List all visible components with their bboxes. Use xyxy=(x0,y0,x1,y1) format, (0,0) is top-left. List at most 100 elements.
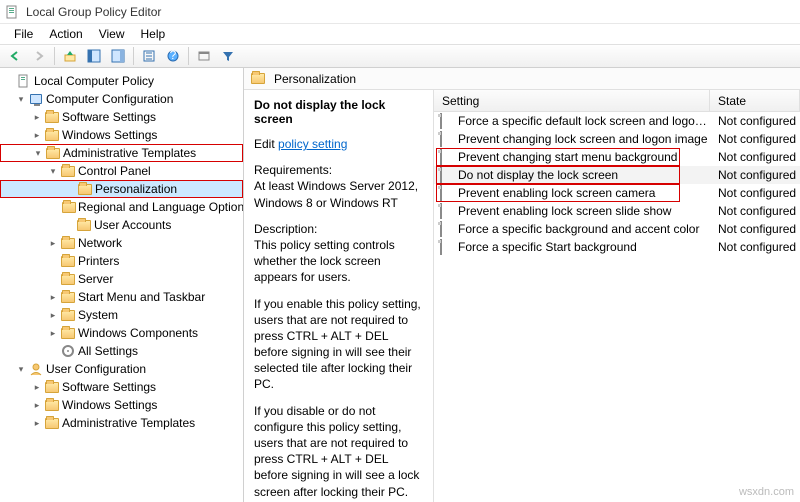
setting-state: Not configured xyxy=(710,114,800,128)
policy-file-icon xyxy=(440,222,454,236)
folder-icon xyxy=(60,325,76,341)
list-item[interactable]: Prevent changing start menu backgroundNo… xyxy=(434,148,800,166)
setting-state: Not configured xyxy=(710,150,800,164)
tree-label: All Settings xyxy=(78,344,138,358)
setting-label: Do not display the lock screen xyxy=(458,168,710,182)
folder-icon xyxy=(60,289,76,305)
filter-button[interactable] xyxy=(217,46,239,66)
tree-label: Windows Settings xyxy=(62,398,157,412)
expander-icon[interactable]: ▾ xyxy=(46,166,60,177)
expander-icon[interactable]: ▸ xyxy=(30,400,44,411)
folder-icon xyxy=(45,145,61,161)
policy-file-icon xyxy=(440,132,454,146)
tree-user-config[interactable]: ▾ User Configuration xyxy=(0,360,243,378)
folder-icon xyxy=(76,217,92,233)
tree-root[interactable]: Local Computer Policy xyxy=(0,72,243,90)
policy-file-icon xyxy=(440,150,454,164)
list-item[interactable]: Prevent enabling lock screen cameraNot c… xyxy=(434,184,800,202)
tree-label: Regional and Language Options xyxy=(78,200,244,214)
tree-user-admin-templates[interactable]: ▸Administrative Templates xyxy=(0,414,243,432)
edit-policy-link[interactable]: policy setting xyxy=(278,137,347,151)
menu-view[interactable]: View xyxy=(91,25,133,43)
list-header: Setting State xyxy=(434,90,800,112)
setting-label: Prevent changing lock screen and logon i… xyxy=(458,132,710,146)
tree-label: User Configuration xyxy=(46,362,146,376)
description-p3: If you disable or do not configure this … xyxy=(254,403,423,502)
menu-help[interactable]: Help xyxy=(133,25,174,43)
folder-icon xyxy=(44,379,60,395)
up-button[interactable] xyxy=(59,46,81,66)
list-item-selected[interactable]: Do not display the lock screenNot config… xyxy=(434,166,800,184)
tree-personalization[interactable]: Personalization xyxy=(0,180,243,198)
tree-regional[interactable]: Regional and Language Options xyxy=(0,198,243,216)
policy-file-icon xyxy=(440,186,454,200)
setting-state: Not configured xyxy=(710,168,800,182)
expander-icon[interactable]: ▸ xyxy=(46,292,60,303)
tree-user-accounts[interactable]: User Accounts xyxy=(0,216,243,234)
tree-server[interactable]: Server xyxy=(0,270,243,288)
column-state[interactable]: State xyxy=(710,90,800,111)
watermark: wsxdn.com xyxy=(739,486,794,498)
toolbar: ? xyxy=(0,44,800,68)
setting-label: Prevent changing start menu background xyxy=(458,150,710,164)
setting-label: Force a specific background and accent c… xyxy=(458,222,710,236)
list-item[interactable]: Force a specific Start backgroundNot con… xyxy=(434,238,800,256)
back-button[interactable] xyxy=(4,46,26,66)
folder-icon xyxy=(44,397,60,413)
tree-windows-components[interactable]: ▸Windows Components xyxy=(0,324,243,342)
tree-admin-templates[interactable]: ▾Administrative Templates xyxy=(0,144,243,162)
help-button[interactable]: ? xyxy=(162,46,184,66)
tree-control-panel[interactable]: ▾Control Panel xyxy=(0,162,243,180)
menu-file[interactable]: File xyxy=(6,25,41,43)
folder-icon xyxy=(60,253,76,269)
edit-label: Edit xyxy=(254,137,278,151)
titlebar: Local Group Policy Editor xyxy=(0,0,800,24)
expander-icon[interactable]: ▸ xyxy=(30,418,44,429)
tree-label: Start Menu and Taskbar xyxy=(78,290,205,304)
tree-user-windows-settings[interactable]: ▸ Windows Settings xyxy=(0,396,243,414)
tree-printers[interactable]: Printers xyxy=(0,252,243,270)
setting-state: Not configured xyxy=(710,240,800,254)
description-column: Do not display the lock screen Edit poli… xyxy=(244,90,434,502)
list-item[interactable]: Force a specific default lock screen and… xyxy=(434,112,800,130)
description-p1: This policy setting controls whether the… xyxy=(254,238,395,284)
list-item[interactable]: Prevent changing lock screen and logon i… xyxy=(434,130,800,148)
app-icon xyxy=(6,5,20,19)
expander-icon[interactable]: ▸ xyxy=(30,112,44,123)
folder-icon xyxy=(60,271,76,287)
tree-all-settings[interactable]: All Settings xyxy=(0,342,243,360)
tree-start-menu[interactable]: ▸ Start Menu and Taskbar xyxy=(0,288,243,306)
setting-state: Not configured xyxy=(710,222,800,236)
folder-icon xyxy=(250,71,266,87)
folder-icon xyxy=(60,163,76,179)
show-hide-tree-button[interactable] xyxy=(83,46,105,66)
tree-windows-settings[interactable]: ▸Windows Settings xyxy=(0,126,243,144)
expander-icon[interactable]: ▸ xyxy=(30,130,44,141)
expander-icon[interactable]: ▾ xyxy=(31,148,45,159)
tree-label: Printers xyxy=(78,254,119,268)
menu-action[interactable]: Action xyxy=(41,25,90,43)
expander-icon[interactable]: ▾ xyxy=(14,364,28,375)
expander-icon[interactable]: ▾ xyxy=(14,94,28,105)
column-setting[interactable]: Setting xyxy=(434,90,710,111)
tree-pane[interactable]: Local Computer Policy ▾ Computer Configu… xyxy=(0,68,244,502)
tree-system[interactable]: ▸System xyxy=(0,306,243,324)
refresh-button[interactable] xyxy=(138,46,160,66)
list-item[interactable]: Force a specific background and accent c… xyxy=(434,220,800,238)
expander-icon[interactable]: ▸ xyxy=(46,328,60,339)
export-button[interactable] xyxy=(193,46,215,66)
user-icon xyxy=(28,361,44,377)
list-item[interactable]: Prevent enabling lock screen slide showN… xyxy=(434,202,800,220)
tree-user-software-settings[interactable]: ▸Software Settings xyxy=(0,378,243,396)
expander-icon[interactable]: ▸ xyxy=(46,310,60,321)
show-hide-action-button[interactable] xyxy=(107,46,129,66)
description-p2: If you enable this policy setting, users… xyxy=(254,296,423,393)
tree-label: Server xyxy=(78,272,113,286)
settings-list: Setting State Force a specific default l… xyxy=(434,90,800,502)
tree-computer-config[interactable]: ▾ Computer Configuration xyxy=(0,90,243,108)
policy-file-icon xyxy=(440,204,454,218)
tree-network[interactable]: ▸Network xyxy=(0,234,243,252)
expander-icon[interactable]: ▸ xyxy=(30,382,44,393)
expander-icon[interactable]: ▸ xyxy=(46,238,60,249)
tree-software-settings[interactable]: ▸Software Settings xyxy=(0,108,243,126)
